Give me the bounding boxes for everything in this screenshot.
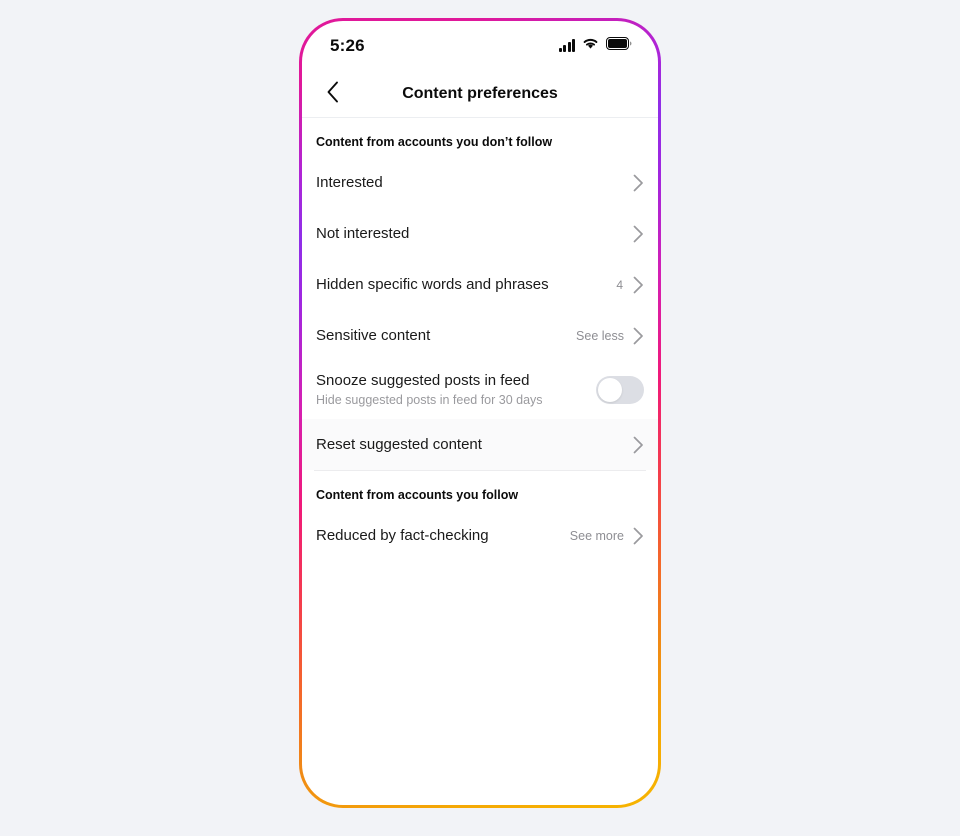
page-title: Content preferences <box>402 85 558 102</box>
row-hidden-words[interactable]: Hidden specific words and phrases 4 <box>302 259 658 310</box>
row-reduced-by-fact-checking[interactable]: Reduced by fact-checking See more <box>302 510 658 561</box>
row-text: Snooze suggested posts in feed Hide sugg… <box>316 371 596 409</box>
row-sublabel: Hide suggested posts in feed for 30 days <box>316 393 543 407</box>
phone-frame: 5:26 Content preferences Content from ac… <box>299 18 661 808</box>
row-label: Snooze suggested posts in feed <box>316 372 530 389</box>
back-button[interactable] <box>316 77 350 111</box>
signal-bars-icon <box>558 39 575 52</box>
row-reset-suggested-content[interactable]: Reset suggested content <box>302 419 658 470</box>
toggle-knob <box>598 378 622 402</box>
row-text: Reset suggested content <box>316 435 633 455</box>
section-header-followed: Content from accounts you follow <box>316 488 519 502</box>
sensitive-content-value: See less <box>576 328 624 343</box>
settings-list: Content from accounts you don’t follow I… <box>302 118 658 561</box>
battery-full-icon <box>606 37 632 55</box>
chevron-right-icon <box>633 225 644 243</box>
row-text: Interested <box>316 173 633 193</box>
chevron-right-icon <box>633 436 644 454</box>
fact-checking-value: See more <box>569 528 624 543</box>
row-text: Reduced by fact-checking <box>316 526 570 546</box>
nav-header: Content preferences <box>302 71 658 118</box>
status-time: 5:26 <box>330 36 365 55</box>
chevron-right-icon <box>633 527 644 545</box>
row-label: Hidden specific words and phrases <box>316 275 549 293</box>
row-label: Reduced by fact-checking <box>316 526 489 544</box>
row-label: Interested <box>316 173 383 191</box>
row-label: Sensitive content <box>316 326 431 344</box>
wifi-icon <box>582 37 599 55</box>
chevron-right-icon <box>633 327 644 345</box>
row-label: Not interested <box>316 224 410 242</box>
snooze-toggle[interactable] <box>596 376 644 404</box>
row-interested[interactable]: Interested <box>302 157 658 208</box>
status-icons <box>558 37 633 55</box>
row-text: Not interested <box>316 224 633 244</box>
section-header-unfollowed: Content from accounts you don’t follow <box>316 135 553 149</box>
row-label: Reset suggested content <box>316 435 482 453</box>
phone-screen: 5:26 Content preferences Content from ac… <box>302 21 658 805</box>
chevron-right-icon <box>633 276 644 294</box>
row-text: Hidden specific words and phrases <box>316 275 616 295</box>
chevron-left-icon <box>326 81 340 108</box>
row-sensitive-content[interactable]: Sensitive content See less <box>302 310 658 361</box>
row-not-interested[interactable]: Not interested <box>302 208 658 259</box>
row-text: Sensitive content <box>316 326 576 346</box>
row-snooze-suggested-posts[interactable]: Snooze suggested posts in feed Hide sugg… <box>302 361 658 419</box>
status-bar: 5:26 <box>302 21 658 71</box>
chevron-right-icon <box>633 174 644 192</box>
hidden-words-count: 4 <box>616 277 623 292</box>
